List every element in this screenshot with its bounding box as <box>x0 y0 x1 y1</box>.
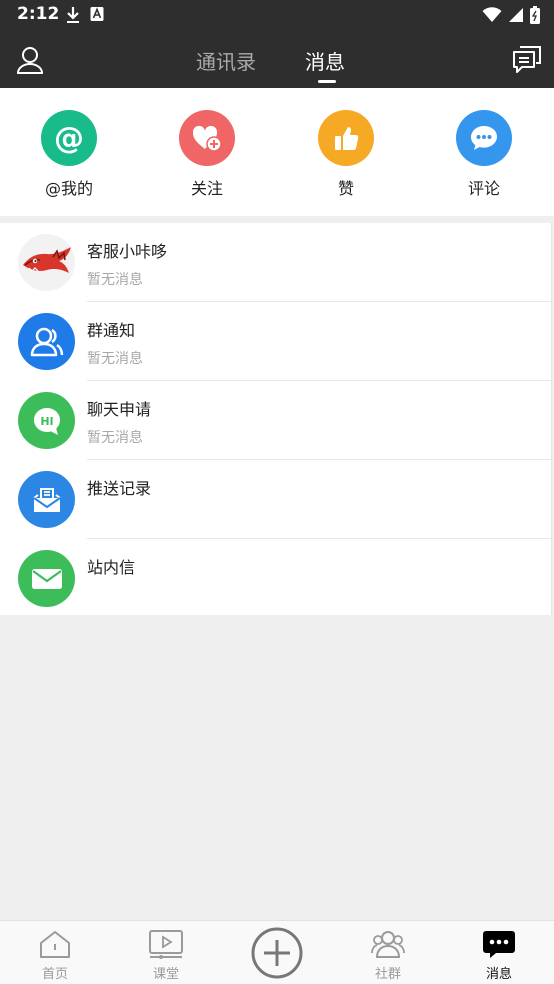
nav-messages[interactable]: 消息 <box>449 921 549 984</box>
quick-action-label: @我的 <box>44 179 93 198</box>
quick-action-follow[interactable]: 关注 <box>157 110 257 199</box>
quick-actions: @ @我的 关注 赞 评论 <box>0 88 554 216</box>
notification-a-icon <box>90 6 104 28</box>
video-icon <box>149 929 183 963</box>
status-bar: 2:12 <box>0 0 554 30</box>
comment-icon <box>456 110 512 166</box>
heart-plus-icon <box>179 110 235 166</box>
chat-list-icon[interactable] <box>511 45 543 75</box>
home-icon <box>38 929 72 963</box>
list-item-title: 群通知 <box>87 321 136 340</box>
quick-action-label: 评论 <box>467 179 500 198</box>
signal-icon <box>508 7 524 27</box>
quick-action-label: 关注 <box>190 179 223 198</box>
wifi-icon <box>482 7 502 27</box>
svg-text:@: @ <box>54 121 84 155</box>
nav-classroom[interactable]: 课堂 <box>116 921 216 984</box>
nav-home[interactable]: 首页 <box>5 921 105 984</box>
inbox-icon <box>18 471 75 528</box>
list-item-group-notice[interactable]: 群通知 暂无消息 <box>0 302 552 381</box>
nav-label: 课堂 <box>152 967 179 982</box>
list-item-title: 聊天申请 <box>87 400 152 419</box>
user-profile-icon[interactable] <box>15 45 45 75</box>
community-icon <box>371 929 405 963</box>
message-icon <box>482 929 516 963</box>
thumbs-up-icon <box>318 110 374 166</box>
quick-action-likes[interactable]: 赞 <box>296 110 396 199</box>
group-icon <box>18 313 75 370</box>
list-item-subtitle: 暂无消息 <box>87 272 143 288</box>
dragon-avatar <box>18 234 75 291</box>
mail-icon <box>18 550 75 607</box>
tab-contacts[interactable]: 通讯录 <box>196 46 256 75</box>
battery-icon <box>530 6 540 28</box>
list-item-chat-request[interactable]: HI 聊天申请 暂无消息 <box>0 381 552 460</box>
app-header: 通讯录 消息 <box>0 30 554 88</box>
list-item-title: 客服小咔哆 <box>87 242 168 261</box>
list-item-title: 站内信 <box>87 558 136 577</box>
status-time: 2:12 <box>17 4 60 24</box>
list-item-push-history[interactable]: 推送记录 <box>0 460 552 539</box>
nav-label: 社群 <box>374 967 401 982</box>
message-list: 客服小咔哆 暂无消息 群通知 暂无消息 HI 聊天申请 暂无消息 推送记录 站内… <box>0 223 552 615</box>
list-item-subtitle: 暂无消息 <box>87 430 143 446</box>
active-tab-indicator <box>318 80 336 83</box>
tab-messages[interactable]: 消息 <box>305 46 345 75</box>
list-item-title: 推送记录 <box>87 479 152 498</box>
quick-action-comments[interactable]: 评论 <box>434 110 534 199</box>
add-icon <box>250 926 304 984</box>
svg-text:HI: HI <box>40 415 53 428</box>
download-icon <box>66 6 80 28</box>
nav-label: 消息 <box>485 967 512 982</box>
list-item-site-mail[interactable]: 站内信 <box>0 539 552 618</box>
chat-hi-icon: HI <box>18 392 75 449</box>
nav-label: 首页 <box>41 967 68 982</box>
bottom-nav: 首页 课堂 社群 消息 <box>0 920 554 984</box>
list-item-customer-service[interactable]: 客服小咔哆 暂无消息 <box>0 223 552 302</box>
list-item-subtitle: 暂无消息 <box>87 351 143 367</box>
nav-add[interactable] <box>227 921 327 984</box>
at-icon: @ <box>41 110 97 166</box>
quick-action-mentions[interactable]: @ @我的 <box>19 110 119 199</box>
quick-action-label: 赞 <box>337 179 354 198</box>
nav-community[interactable]: 社群 <box>338 921 438 984</box>
